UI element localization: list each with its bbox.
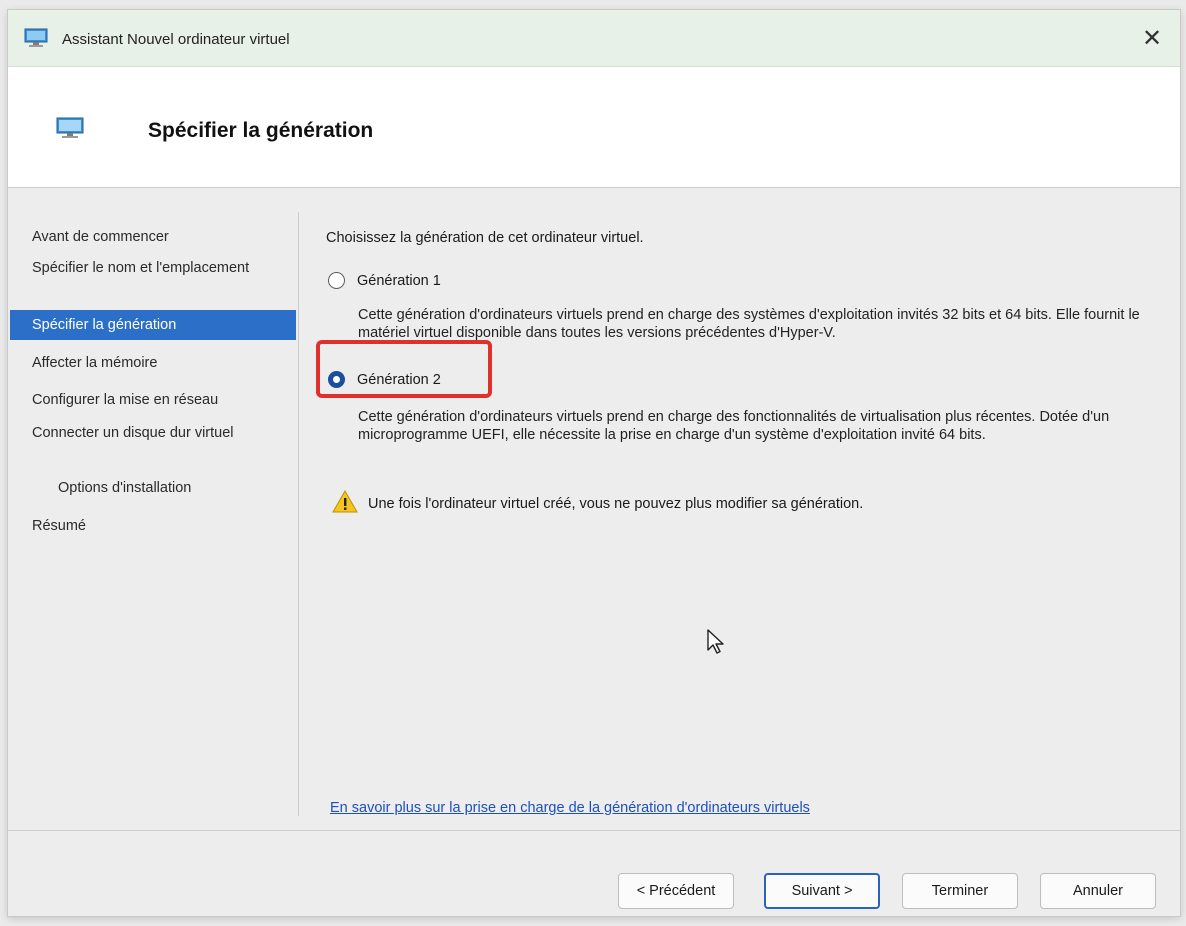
- nav-item-generation[interactable]: Spécifier la génération: [10, 310, 296, 340]
- nav-item-resume[interactable]: Résumé: [10, 517, 296, 535]
- generation-1-option[interactable]: Génération 1: [328, 272, 441, 289]
- nav-item-avant-de-commencer[interactable]: Avant de commencer: [10, 228, 296, 246]
- monitor-icon: [56, 117, 84, 143]
- page-title: Spécifier la génération: [148, 119, 374, 142]
- warning-icon: [332, 489, 358, 517]
- finish-button[interactable]: Terminer: [902, 873, 1018, 909]
- title-bar: Assistant Nouvel ordinateur virtuel ✕: [8, 10, 1180, 67]
- wizard-step-nav: Avant de commencer Spécifier le nom et l…: [8, 188, 298, 818]
- warning-message: Une fois l'ordinateur virtuel créé, vous…: [332, 489, 864, 517]
- nav-divider: [298, 212, 299, 816]
- generation-2-description: Cette génération d'ordinateurs virtuels …: [358, 409, 1110, 443]
- intro-text: Choisissez la génération de cet ordinate…: [326, 230, 644, 246]
- nav-item-options-installation[interactable]: Options d'installation: [10, 479, 296, 497]
- generation-1-radio[interactable]: [328, 272, 345, 289]
- monitor-icon: [24, 28, 48, 52]
- generation-1-label: Génération 1: [357, 272, 441, 289]
- wizard-window: Assistant Nouvel ordinateur virtuel ✕ Sp…: [8, 10, 1180, 916]
- nav-item-reseau[interactable]: Configurer la mise en réseau: [10, 391, 296, 409]
- nav-item-memoire[interactable]: Affecter la mémoire: [10, 354, 296, 372]
- learn-more-link[interactable]: En savoir plus sur la prise en charge de…: [330, 800, 810, 816]
- next-button[interactable]: Suivant >: [764, 873, 880, 909]
- generation-2-label: Génération 2: [357, 371, 441, 388]
- generation-2-option[interactable]: Génération 2: [328, 371, 441, 388]
- warning-text: Une fois l'ordinateur virtuel créé, vous…: [368, 495, 864, 512]
- close-button[interactable]: ✕: [1124, 10, 1180, 66]
- highlight-annotation: [316, 340, 492, 398]
- window-title: Assistant Nouvel ordinateur virtuel: [62, 31, 290, 48]
- page-header: Spécifier la génération: [8, 67, 1180, 188]
- generation-2-radio[interactable]: [328, 371, 345, 388]
- close-icon: ✕: [1141, 24, 1163, 52]
- nav-item-nom-emplacement[interactable]: Spécifier le nom et l'emplacement: [10, 259, 296, 277]
- footer: < Précédent Suivant > Terminer Annuler: [8, 831, 1180, 916]
- previous-button[interactable]: < Précédent: [618, 873, 734, 909]
- mouse-cursor-icon: [706, 628, 728, 660]
- cancel-button[interactable]: Annuler: [1040, 873, 1156, 909]
- nav-item-disque-dur[interactable]: Connecter un disque dur virtuel: [10, 424, 296, 442]
- generation-1-description: Cette génération d'ordinateurs virtuels …: [358, 307, 1140, 341]
- main-content: Choisissez la génération de cet ordinate…: [316, 188, 1166, 818]
